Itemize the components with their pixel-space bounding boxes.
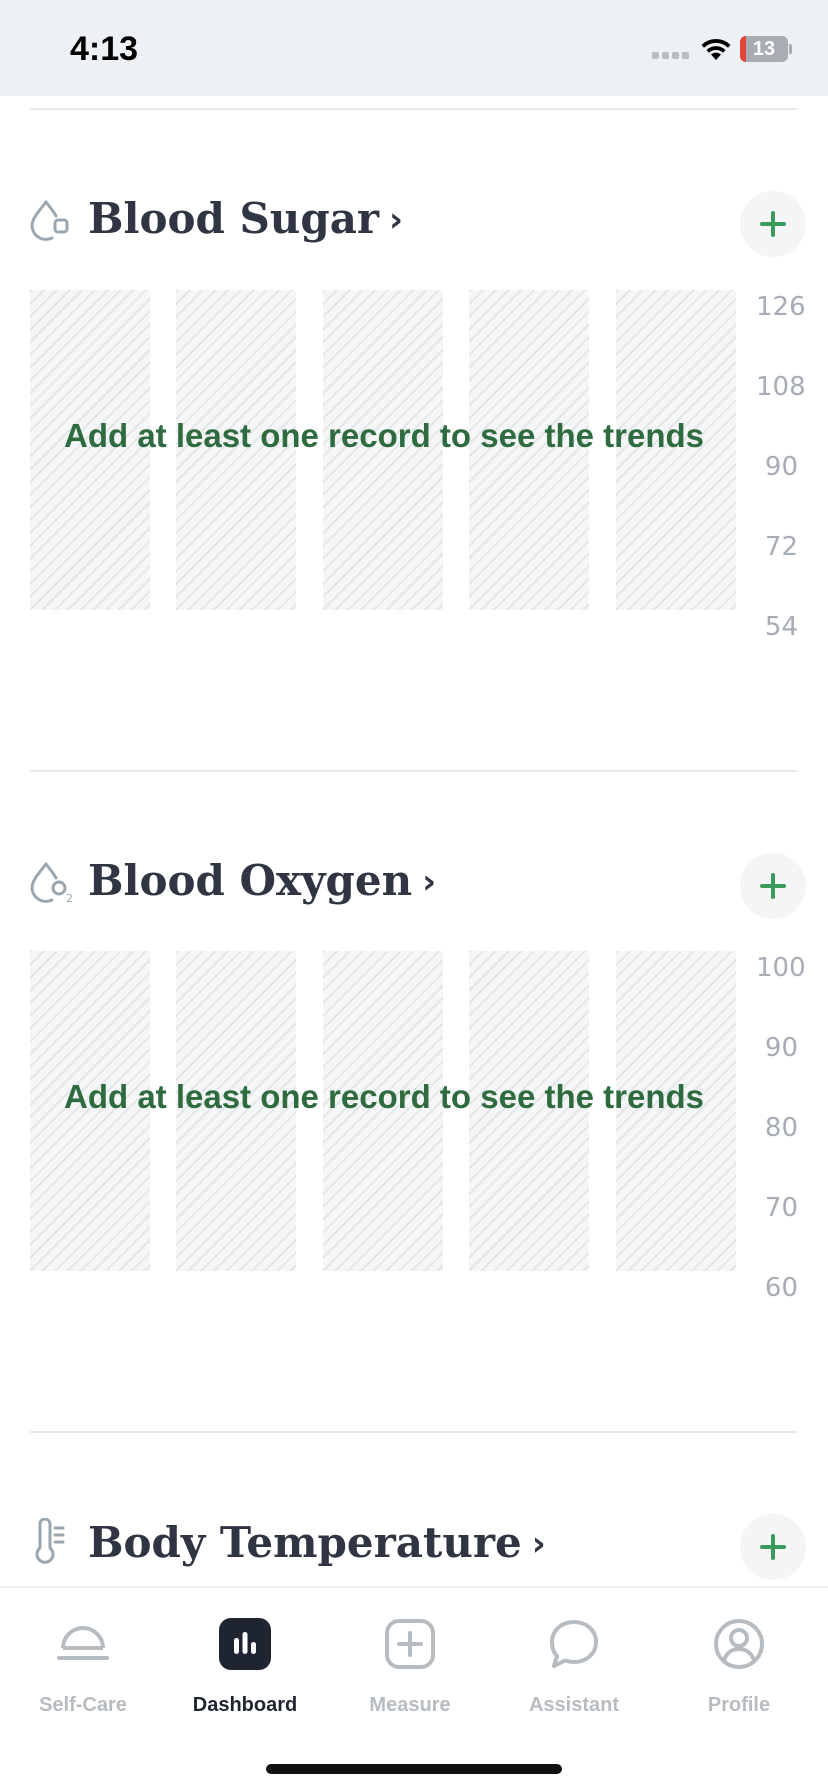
dashboard-icon [219, 1618, 271, 1670]
y-axis-tick: 100 [756, 953, 806, 983]
status-bar: 4:13 13 [0, 0, 828, 96]
y-axis-tick: 90 [764, 452, 798, 482]
tab-dashboard[interactable]: Dashboard [162, 1588, 328, 1728]
add-blood-sugar-button[interactable] [740, 191, 806, 257]
tab-label[interactable]: Measure [327, 1694, 493, 1717]
status-time: 4:13 [70, 30, 139, 68]
home-indicator[interactable] [266, 1764, 562, 1774]
tab-label[interactable]: Assistant [491, 1694, 657, 1717]
measure-plus-icon [385, 1619, 435, 1669]
y-axis-tick: 126 [756, 292, 806, 322]
section-divider [30, 1431, 798, 1433]
tab-assistant[interactable]: Assistant [491, 1588, 657, 1728]
section-title-text[interactable]: Blood Oxygen [88, 856, 412, 905]
tab-label[interactable]: Self-Care [0, 1694, 166, 1717]
svg-text:2: 2 [66, 892, 73, 905]
section-divider [30, 770, 798, 772]
body-temperature-title[interactable]: Body Temperature › [88, 1518, 546, 1567]
section-title-text[interactable]: Body Temperature [88, 1518, 522, 1567]
empty-chart-message: Add at least one record to see the trend… [64, 1078, 704, 1115]
chevron-right-icon[interactable]: › [422, 862, 436, 902]
tab-profile[interactable]: Profile [656, 1588, 822, 1728]
add-blood-oxygen-button[interactable] [740, 853, 806, 919]
y-axis-tick: 54 [764, 612, 798, 642]
drop-o2-icon: 2 [30, 862, 73, 905]
empty-chart-message: Add at least one record to see the trend… [64, 417, 704, 454]
tab-label[interactable]: Dashboard [162, 1694, 328, 1717]
battery-icon: 13 [740, 36, 792, 62]
tab-label[interactable]: Profile [656, 1694, 822, 1717]
drop-sugar-icon [30, 200, 69, 241]
battery-level-text: 13 [752, 38, 776, 60]
y-axis-tick: 80 [764, 1113, 798, 1143]
tab-measure[interactable]: Measure [327, 1588, 493, 1728]
self-care-icon [57, 1626, 109, 1660]
blood-oxygen-title[interactable]: Blood Oxygen › [88, 856, 436, 905]
wifi-icon [701, 38, 731, 60]
chevron-right-icon[interactable]: › [532, 1524, 546, 1564]
chevron-right-icon[interactable]: › [389, 200, 403, 240]
y-axis-tick: 90 [764, 1033, 798, 1063]
blood-sugar-title[interactable]: Blood Sugar › [88, 194, 403, 243]
tab-bar: Self-Care Dashboard Measure Assistant Pr… [0, 1586, 828, 1792]
y-axis-tick: 70 [764, 1193, 798, 1223]
cellular-signal-icon [652, 52, 692, 60]
profile-icon [714, 1619, 764, 1669]
y-axis-tick: 108 [756, 372, 806, 402]
y-axis-tick: 60 [764, 1273, 798, 1303]
thermometer-icon [35, 1518, 65, 1564]
section-title-text[interactable]: Blood Sugar [88, 194, 379, 243]
y-axis-tick: 72 [764, 532, 798, 562]
tab-self-care[interactable]: Self-Care [0, 1588, 166, 1728]
add-body-temperature-button[interactable] [740, 1514, 806, 1580]
chat-bubble-icon [550, 1620, 598, 1668]
section-divider [30, 108, 798, 110]
